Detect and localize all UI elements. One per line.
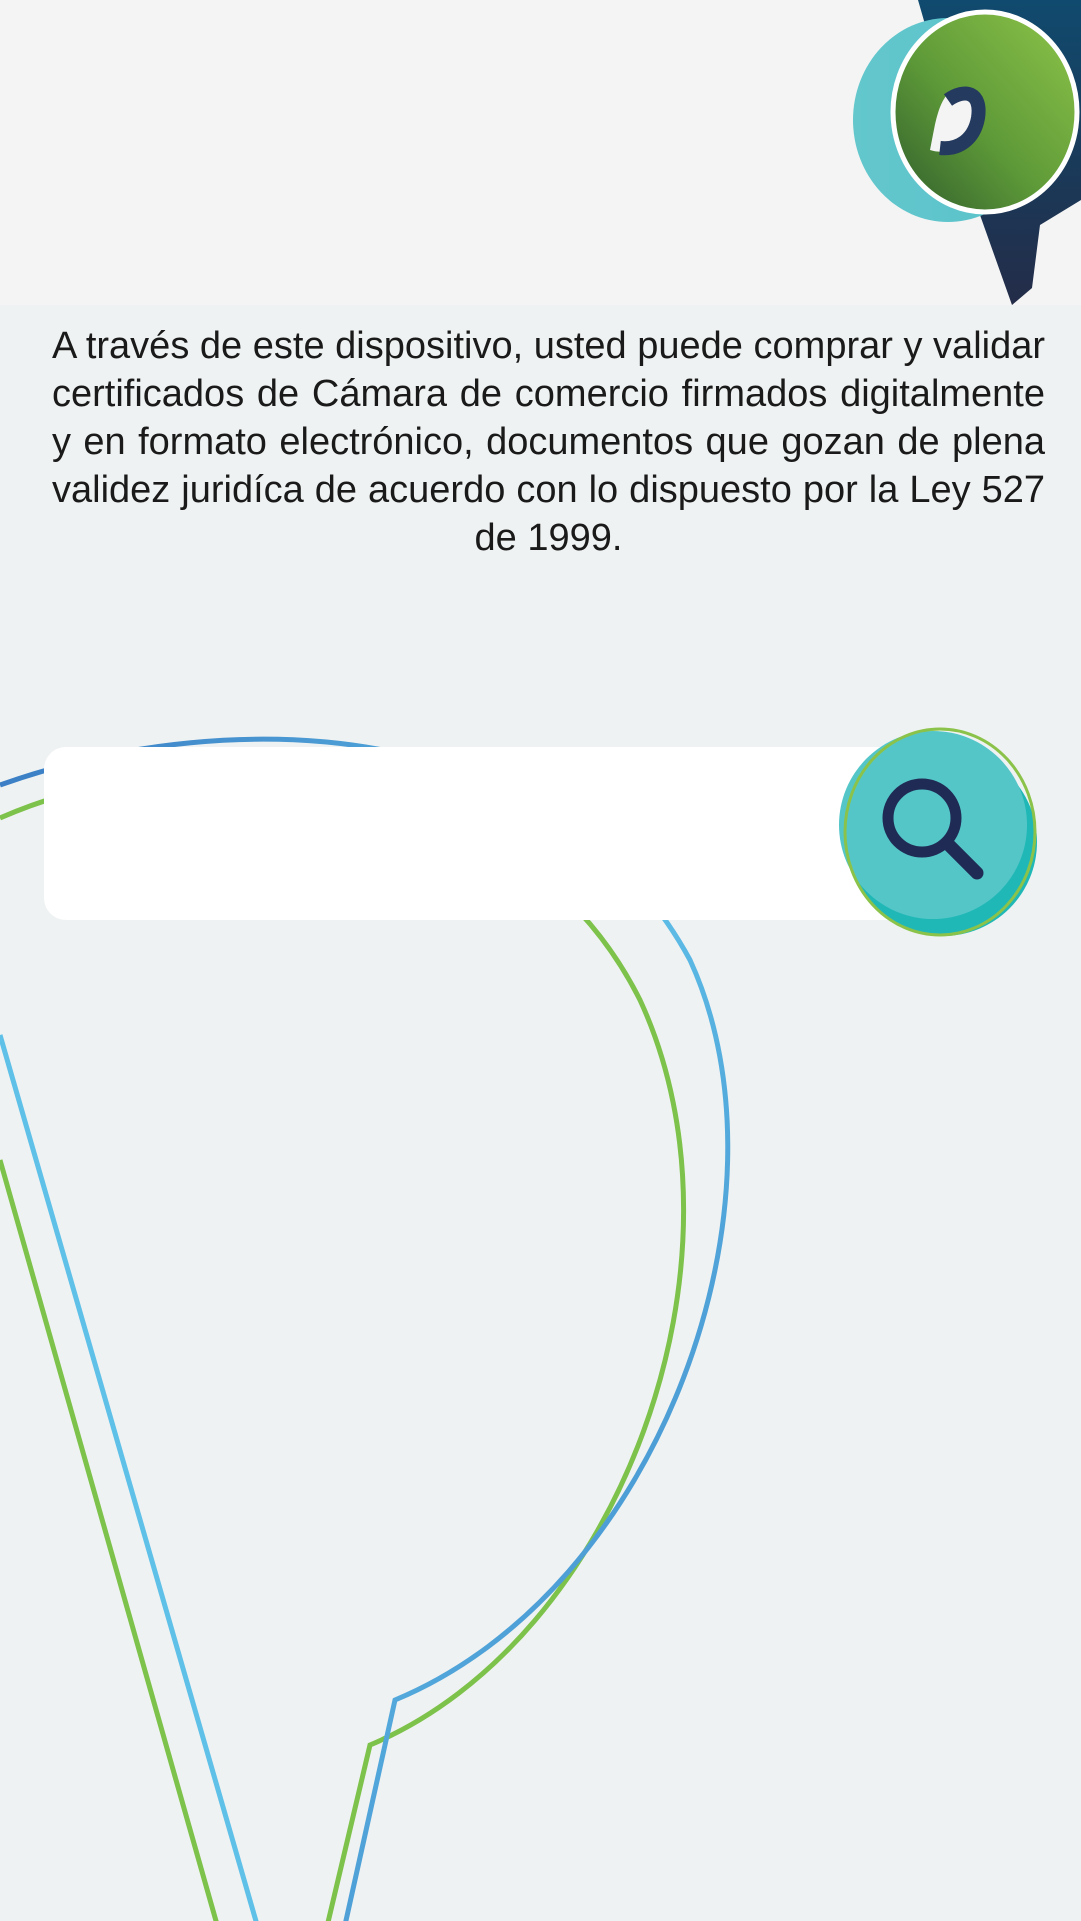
brand-logo (853, 0, 1081, 305)
device-description: A través de este dispositivo, usted pued… (52, 325, 1045, 559)
search-box (44, 747, 944, 922)
search-button[interactable] (835, 722, 1040, 942)
search-input[interactable] (74, 747, 858, 922)
